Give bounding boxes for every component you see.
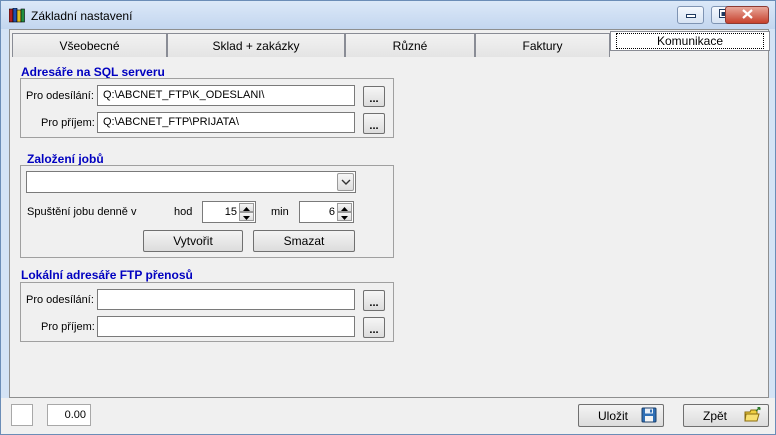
ftp-send-browse-button[interactable]: ... xyxy=(363,290,385,311)
window-title: Základní nastavení xyxy=(31,9,133,23)
jobs-group: Spuštění jobu denně v hod 15 min 6 Vytvo… xyxy=(20,165,394,258)
tab-sklad-zakazky[interactable]: Sklad + zakázky xyxy=(167,33,345,57)
delete-job-button[interactable]: Smazat xyxy=(253,230,355,252)
tab-komunikace[interactable]: Komunikace xyxy=(610,31,770,51)
folder-exit-icon xyxy=(744,406,762,426)
close-button[interactable] xyxy=(725,6,769,24)
tab-label: Komunikace xyxy=(615,33,765,49)
sql-receive-field[interactable]: Q:\ABCNET_FTP\PRIJATA\ xyxy=(97,112,355,133)
tab-label: Všeobecné xyxy=(59,38,120,53)
sql-dirs-group: Pro odesílání: Q:\ABCNET_FTP\K_ODESLANI\… xyxy=(20,78,394,138)
tab-ruzne[interactable]: Různé xyxy=(345,33,475,57)
status-bar: 0.00 Uložit Zpět xyxy=(1,398,775,434)
minute-label: min xyxy=(271,206,289,218)
delete-job-label: Smazat xyxy=(283,234,325,248)
arrow-down-icon xyxy=(341,211,348,223)
ftp-receive-browse-button[interactable]: ... xyxy=(363,317,385,338)
sql-send-label: Pro odesílání: xyxy=(26,90,94,102)
create-job-button[interactable]: Vytvořit xyxy=(143,230,243,252)
ftp-receive-label: Pro příjem: xyxy=(41,321,95,333)
save-label: Uložit xyxy=(598,409,629,423)
settings-window: Základní nastavení Všeobecné Sklad + zak… xyxy=(0,0,776,435)
jobs-title: Založení jobů xyxy=(27,152,104,166)
amount-display: 0.00 xyxy=(47,404,91,426)
sql-send-browse-button[interactable]: ... xyxy=(363,86,385,107)
minimize-button[interactable] xyxy=(677,6,704,24)
tab-label: Různé xyxy=(392,38,428,53)
job-run-label: Spuštění jobu denně v xyxy=(27,206,137,218)
tab-faktury[interactable]: Faktury xyxy=(475,33,610,57)
close-icon xyxy=(741,8,753,22)
floppy-disk-icon xyxy=(641,407,657,426)
tab-strip: Všeobecné Sklad + zakázky Různé Faktury … xyxy=(10,31,770,57)
back-label: Zpět xyxy=(703,409,728,423)
hour-down-button[interactable] xyxy=(239,212,254,221)
ftp-send-label: Pro odesílání: xyxy=(26,294,94,306)
amount-value: 0.00 xyxy=(64,409,86,421)
arrow-down-icon xyxy=(243,211,250,223)
chevron-down-icon xyxy=(341,176,351,188)
tab-label: Sklad + zakázky xyxy=(212,38,300,53)
ftp-dirs-title: Lokální adresáře FTP přenosů xyxy=(21,268,193,282)
dialog-client-area: Všeobecné Sklad + zakázky Různé Faktury … xyxy=(9,29,770,398)
job-select-dropdown-button[interactable] xyxy=(337,173,354,191)
minute-value: 6 xyxy=(328,206,335,218)
minute-stepper[interactable]: 6 xyxy=(299,201,354,223)
hour-stepper[interactable]: 15 xyxy=(202,201,256,223)
hour-value: 15 xyxy=(224,206,237,218)
create-job-label: Vytvořit xyxy=(173,234,213,248)
minute-down-button[interactable] xyxy=(337,212,352,221)
sql-send-field[interactable]: Q:\ABCNET_FTP\K_ODESLANI\ xyxy=(97,85,355,106)
sql-receive-browse-button[interactable]: ... xyxy=(363,113,385,134)
ftp-receive-field[interactable] xyxy=(97,316,355,337)
job-select[interactable] xyxy=(26,171,356,193)
tab-vseobecne[interactable]: Všeobecné xyxy=(12,33,167,57)
minimize-icon xyxy=(685,9,696,21)
title-bar: Základní nastavení xyxy=(1,1,775,29)
minute-stepper-buttons xyxy=(337,203,352,221)
books-icon xyxy=(8,7,25,23)
sql-receive-label: Pro příjem: xyxy=(41,117,95,129)
hour-label: hod xyxy=(174,206,193,218)
save-button[interactable]: Uložit xyxy=(578,404,664,427)
back-button[interactable]: Zpět xyxy=(683,404,769,427)
hour-stepper-buttons xyxy=(239,203,254,221)
tab-label: Faktury xyxy=(522,38,563,53)
ftp-dirs-group: Pro odesílání: ... Pro příjem: ... xyxy=(20,282,394,342)
status-indicator-box xyxy=(11,404,33,426)
ftp-send-field[interactable] xyxy=(97,289,355,310)
sql-dirs-title: Adresáře na SQL serveru xyxy=(21,65,165,79)
